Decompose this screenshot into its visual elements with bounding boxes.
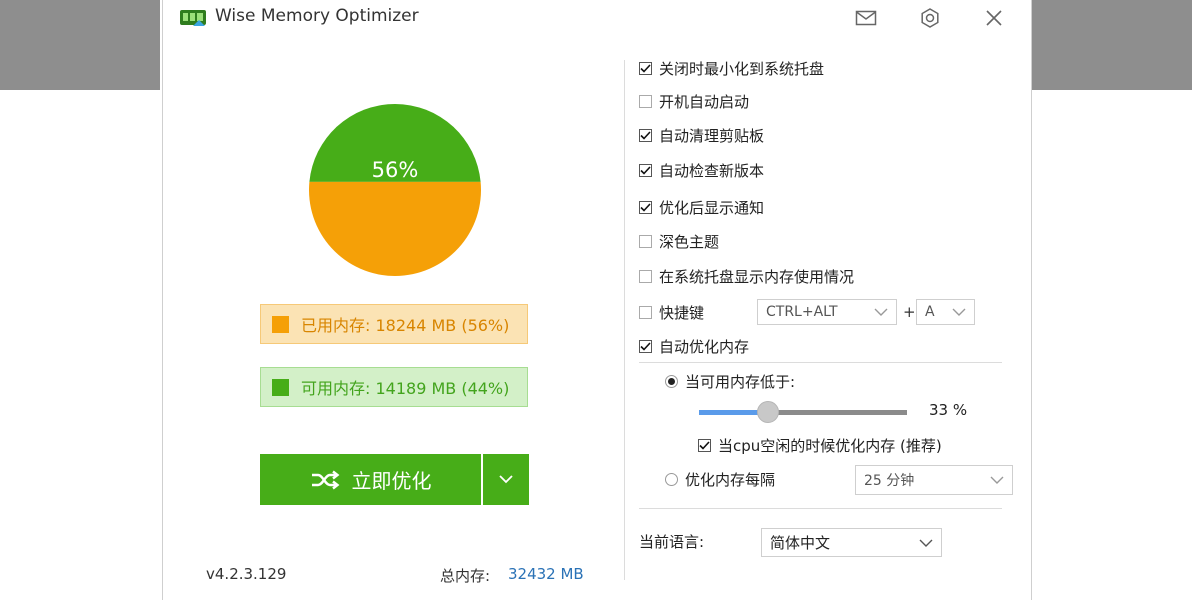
option-label: 开机自动启动 <box>659 92 750 111</box>
chevron-down-icon <box>874 308 888 316</box>
pie-slice-used <box>309 181 481 276</box>
available-memory-text: 可用内存: 14189 MB (44%) <box>301 379 510 398</box>
checkbox[interactable] <box>698 438 711 452</box>
optimize-now-label: 立即优化 <box>351 469 432 493</box>
option-label: 在系统托盘显示内存使用情况 <box>659 267 855 286</box>
check-icon <box>699 440 710 450</box>
hotkey-plus: + <box>903 303 916 321</box>
desktop-backdrop-left <box>0 0 160 90</box>
optimize-now-button[interactable]: 立即优化 <box>260 454 481 505</box>
close-button[interactable] <box>981 6 1007 30</box>
option-label: 自动检查新版本 <box>659 161 765 180</box>
gear-icon <box>921 8 939 28</box>
check-icon <box>640 165 651 175</box>
checkbox[interactable] <box>639 269 652 283</box>
hotkey-modifier-value: CTRL+ALT <box>766 304 838 320</box>
radio-button[interactable] <box>665 472 678 486</box>
check-icon <box>640 63 651 73</box>
app-window: Wise Memory Optimizer 56% 已用内存: 18244 MB… <box>162 0 1032 600</box>
chevron-down-icon <box>952 308 966 316</box>
check-icon <box>640 130 651 140</box>
option-minimize-to-tray[interactable]: 关闭时最小化到系统托盘 <box>639 57 824 79</box>
used-swatch <box>272 315 289 333</box>
option-check-updates[interactable]: 自动检查新版本 <box>639 159 764 181</box>
option-label: 当cpu空闲的时候优化内存 (推荐) <box>718 436 942 455</box>
available-swatch <box>272 378 289 396</box>
mail-icon <box>855 10 877 26</box>
option-interval-radio[interactable]: 优化内存每隔 <box>665 468 775 490</box>
option-auto-start[interactable]: 开机自动启动 <box>639 90 749 112</box>
checkbox[interactable] <box>639 163 652 177</box>
option-show-notification[interactable]: 优化后显示通知 <box>639 196 764 218</box>
checkbox[interactable] <box>639 305 652 319</box>
memory-panel: 56% 已用内存: 18244 MB (56%) 可用内存: 14189 MB … <box>163 36 623 600</box>
used-memory-box: 已用内存: 18244 MB (56%) <box>260 304 528 344</box>
option-hotkey[interactable]: 快捷键 <box>639 301 704 323</box>
used-memory-text: 已用内存: 18244 MB (56%) <box>301 316 510 335</box>
pie-percent-label: 56% <box>371 158 419 182</box>
settings-button[interactable] <box>917 6 943 30</box>
option-label: 自动优化内存 <box>659 337 750 356</box>
option-threshold-radio[interactable]: 当可用内存低于: <box>665 370 795 392</box>
available-memory-box: 可用内存: 14189 MB (44%) <box>260 367 528 407</box>
app-title: Wise Memory Optimizer <box>215 6 419 26</box>
option-tray-memory-usage[interactable]: 在系统托盘显示内存使用情况 <box>639 265 854 287</box>
chevron-down-icon <box>499 475 513 484</box>
option-auto-optimize[interactable]: 自动优化内存 <box>639 335 749 357</box>
chevron-down-icon <box>919 539 933 547</box>
threshold-slider-track[interactable] <box>768 410 907 415</box>
interval-value: 25 分钟 <box>864 473 915 489</box>
hotkey-key-select[interactable]: A <box>916 299 975 325</box>
checkbox[interactable] <box>639 200 652 214</box>
section-divider <box>639 362 1002 363</box>
option-label: 当可用内存低于: <box>685 372 796 391</box>
option-dark-theme[interactable]: 深色主题 <box>639 230 719 252</box>
title-bar: Wise Memory Optimizer <box>163 0 1031 36</box>
checkbox[interactable] <box>639 94 652 108</box>
threshold-slider-thumb[interactable] <box>757 401 779 423</box>
shuffle-icon <box>311 470 339 489</box>
option-label: 优化后显示通知 <box>659 198 765 217</box>
option-label: 自动清理剪贴板 <box>659 126 765 145</box>
section-divider <box>639 508 1002 509</box>
checkbox[interactable] <box>639 234 652 248</box>
close-icon <box>986 10 1002 26</box>
option-cpu-idle[interactable]: 当cpu空闲的时候优化内存 (推荐) <box>698 434 942 456</box>
hotkey-key-value: A <box>925 304 935 320</box>
threshold-value: 33 % <box>929 401 968 419</box>
checkbox[interactable] <box>639 61 652 75</box>
checkbox[interactable] <box>639 339 652 353</box>
option-label: 优化内存每隔 <box>685 470 776 489</box>
memory-chip-logo-icon <box>180 10 206 26</box>
check-icon <box>640 341 651 351</box>
interval-select[interactable]: 25 分钟 <box>855 465 1013 495</box>
version-label: v4.2.3.129 <box>206 565 287 583</box>
desktop-backdrop-right <box>1032 0 1192 90</box>
checkbox[interactable] <box>639 128 652 142</box>
total-memory-value: 32432 MB <box>508 565 584 583</box>
mail-button[interactable] <box>853 6 879 30</box>
option-label: 深色主题 <box>659 232 720 251</box>
memory-pie-chart <box>309 104 481 276</box>
language-value: 简体中文 <box>770 534 831 552</box>
language-label: 当前语言: <box>639 533 705 551</box>
check-icon <box>640 202 651 212</box>
chevron-down-icon <box>990 476 1004 484</box>
panel-divider <box>624 60 625 580</box>
radio-button[interactable] <box>665 374 678 388</box>
optimize-dropdown-button[interactable] <box>483 454 529 505</box>
option-clear-clipboard[interactable]: 自动清理剪贴板 <box>639 124 764 146</box>
language-select[interactable]: 简体中文 <box>761 528 942 557</box>
option-label: 快捷键 <box>659 303 705 322</box>
total-memory-label: 总内存: <box>440 567 491 585</box>
radio-dot <box>668 377 675 385</box>
option-label: 关闭时最小化到系统托盘 <box>659 59 825 78</box>
hotkey-modifier-select[interactable]: CTRL+ALT <box>757 299 897 325</box>
